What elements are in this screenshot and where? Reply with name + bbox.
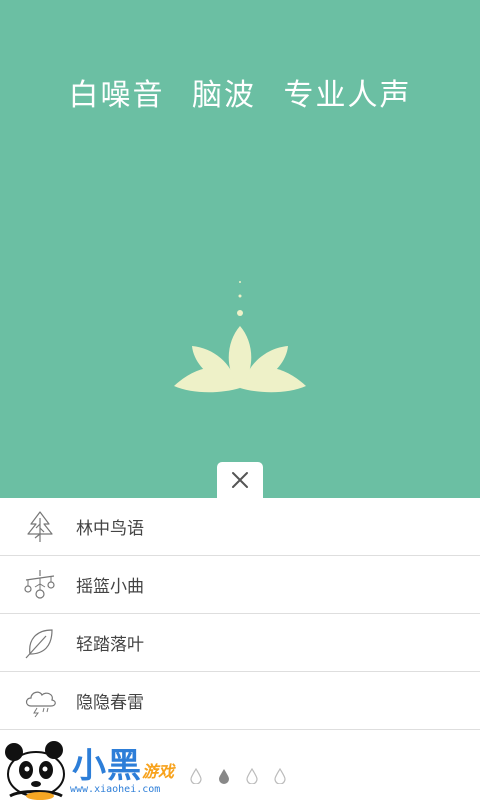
mobile-toy-icon (24, 570, 55, 599)
panda-mascot-icon (5, 741, 65, 800)
app-screen: 白噪音 脑波 专业人声 林中鸟语 摇篮小曲 轻踏落叶 隐隐春雷 小黑 游戏 ww… (0, 0, 480, 800)
thunder-cloud-icon (25, 691, 56, 718)
lotus-logo-icon (174, 281, 306, 393)
page-indicator (190, 768, 286, 786)
close-icon (232, 472, 248, 488)
close-button[interactable] (217, 462, 263, 498)
sound-list: 林中鸟语 摇篮小曲 轻踏落叶 隐隐春雷 (0, 498, 480, 730)
sound-label-lullaby: 摇篮小曲 (76, 577, 144, 597)
page-dot-icon[interactable] (246, 768, 258, 786)
page-dot-icon[interactable] (274, 768, 286, 786)
list-item[interactable]: 轻踏落叶 (0, 614, 480, 672)
tagline-voice: 专业人声 (283, 78, 412, 113)
sound-label-birds: 林中鸟语 (76, 519, 144, 539)
watermark-url: www.xiaohei.com (70, 784, 161, 795)
site-watermark: 小黑 游戏 www.xiaohei.com (0, 730, 200, 800)
list-item[interactable]: 摇篮小曲 (0, 556, 480, 614)
watermark-sub: 游戏 (142, 762, 175, 781)
list-item[interactable]: 隐隐春雷 (0, 672, 480, 730)
page-dot-active-icon[interactable] (218, 768, 230, 786)
leaf-icon (25, 629, 53, 659)
list-item[interactable]: 林中鸟语 (0, 498, 480, 556)
hero-banner: 白噪音 脑波 专业人声 (0, 0, 480, 498)
tagline-white-noise: 白噪音 (68, 78, 165, 113)
watermark-brand: 小黑 (72, 746, 142, 786)
sound-label-thunder: 隐隐春雷 (76, 693, 144, 713)
tree-icon (27, 511, 53, 542)
tagline-brainwave: 脑波 (192, 78, 256, 113)
sound-label-leaves: 轻踏落叶 (76, 635, 144, 655)
hero-tagline: 白噪音 脑波 专业人声 (0, 70, 480, 114)
